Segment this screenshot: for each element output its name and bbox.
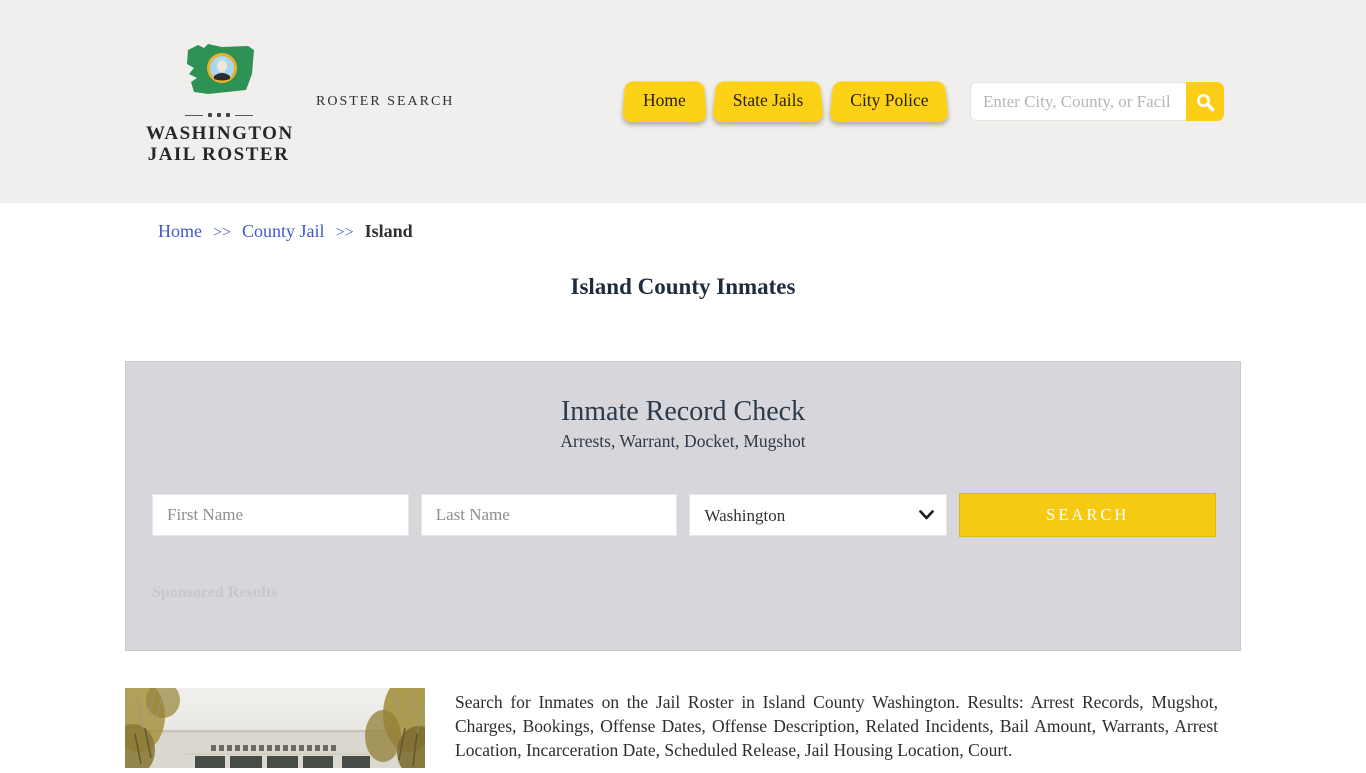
breadcrumb-home[interactable]: Home — [158, 221, 202, 242]
page-description: Search for Inmates on the Jail Roster in… — [455, 692, 1218, 760]
breadcrumb-separator: >> — [213, 224, 232, 241]
facility-search-button[interactable] — [1186, 82, 1224, 121]
breadcrumb-county-jail[interactable]: County Jail — [242, 221, 325, 242]
breadcrumb: Home >> County Jail >> Island — [158, 221, 413, 242]
record-check-form: Washington SEARCH — [152, 493, 1216, 537]
nav-city-police[interactable]: City Police — [829, 78, 949, 122]
search-icon — [1197, 93, 1215, 111]
search-button[interactable]: SEARCH — [959, 493, 1216, 537]
state-select[interactable]: Washington — [689, 494, 948, 536]
site-logo[interactable]: WASHINGTON JAIL ROSTER — [146, 40, 294, 165]
nav-home[interactable]: Home — [622, 78, 707, 122]
breadcrumb-separator: >> — [335, 224, 354, 241]
breadcrumb-current: Island — [364, 221, 413, 241]
last-name-input[interactable] — [420, 494, 678, 536]
facility-search — [970, 82, 1224, 121]
roster-search-label: ROSTER SEARCH — [316, 94, 455, 109]
washington-state-icon — [186, 44, 254, 94]
record-check-title: Inmate Record Check — [560, 396, 806, 427]
jail-building-photo — [111, 676, 441, 773]
facility-search-input[interactable] — [970, 82, 1186, 121]
state-select-wrap: Washington — [689, 494, 948, 536]
page-title: Island County Inmates — [570, 274, 796, 299]
nav-home-label: Home — [643, 89, 686, 110]
main-nav: Home State Jails City Police — [622, 78, 950, 122]
nav-state-jails-label: State Jails — [732, 89, 804, 110]
first-name-input[interactable] — [152, 494, 409, 536]
nav-state-jails[interactable]: State Jails — [712, 78, 824, 122]
inmate-record-check-panel: Inmate Record Check Arrests, Warrant, Do… — [125, 361, 1241, 651]
sponsored-results-label: Sponsored Results — [152, 584, 278, 601]
record-check-subtitle: Arrests, Warrant, Docket, Mugshot — [560, 431, 806, 451]
logo-title-line1: WASHINGTON — [146, 123, 294, 144]
nav-city-police-label: City Police — [850, 89, 929, 110]
logo-divider — [146, 113, 291, 117]
site-header: WASHINGTON JAIL ROSTER ROSTER SEARCH Hom… — [0, 0, 1366, 203]
logo-title-line2: JAIL ROSTER — [147, 144, 290, 165]
